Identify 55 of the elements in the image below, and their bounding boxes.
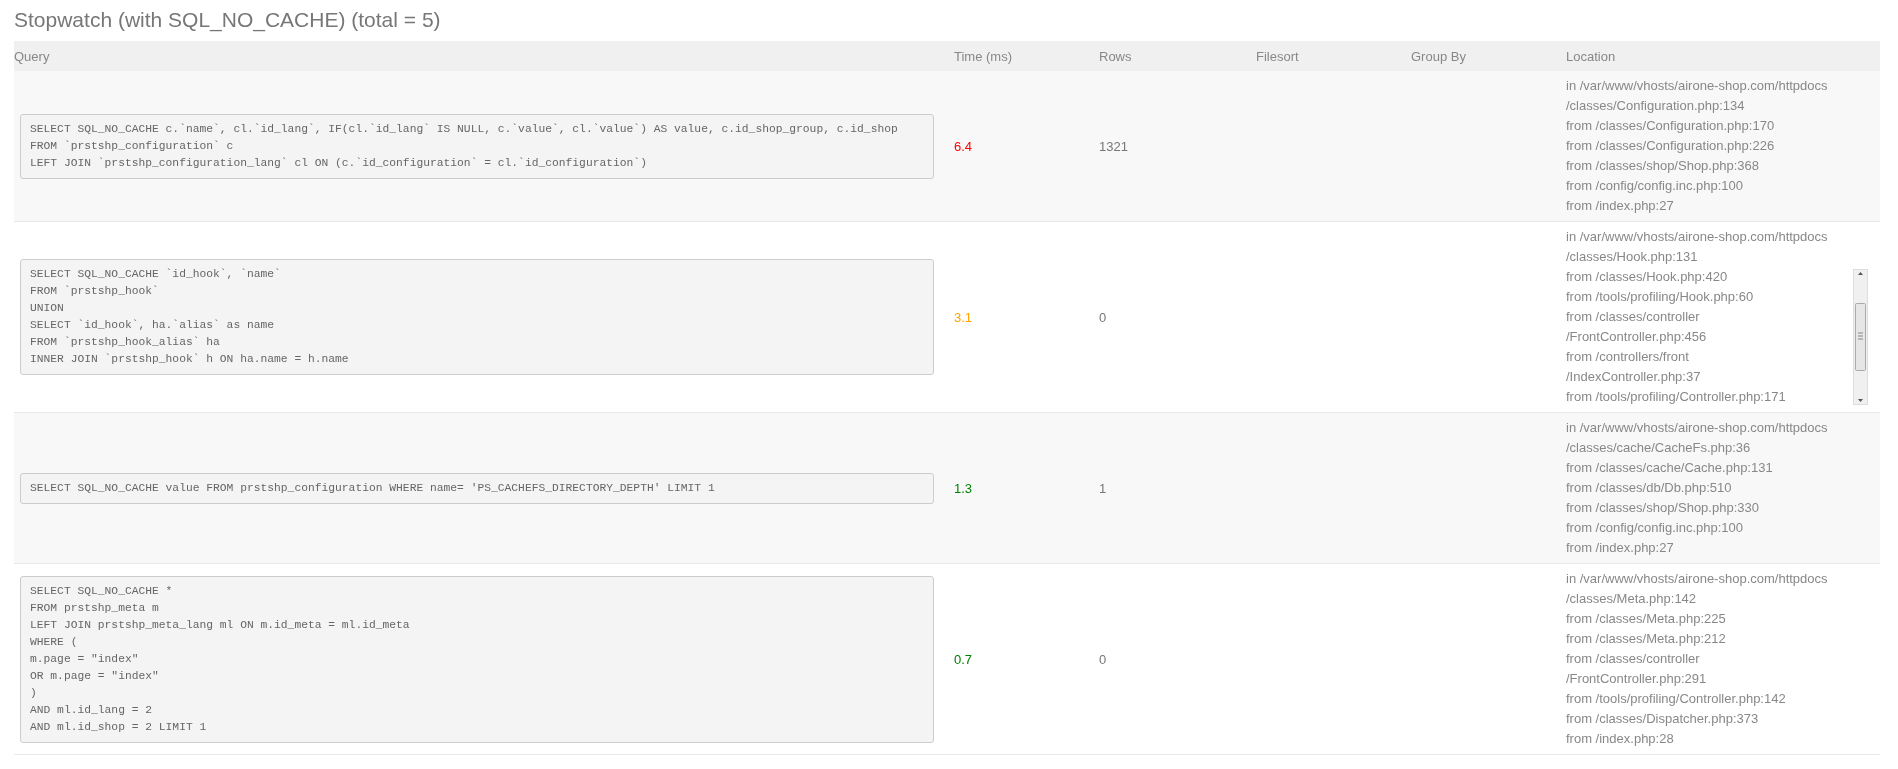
column-header: Query — [14, 48, 50, 64]
rows-value: 0 — [1099, 309, 1107, 325]
location-line: /classes/Configuration.php:134 — [1566, 97, 1746, 115]
sql-query-block: SELECT SQL_NO_CACHE `id_hook`, `name` FROM `prstshp_hook` UNION SELECT `id_hook`, ha.`alias` as name FROM `prstshp_hook_alias` ha INNER JOIN `prstshp_hook` h ON ha.name = h.name — [20, 259, 934, 375]
sql-query-block: SELECT SQL_NO_CACHE c.`name`, cl.`id_lang`, IF(cl.`id_lang` IS NULL, c.`value`, cl.`value`) AS value, c.id_shop_group, c.id_shop FROM `prstshp_configuration` c LEFT JOIN `prstshp_configuration_lang` cl ON (c.`id_configuration` = cl.`id_configuration`) — [20, 113, 934, 179]
location-line: from /classes/cache/Cache.php:131 — [1566, 459, 1774, 477]
location-line: from /classes/controller — [1566, 650, 1701, 668]
location-line: from /tools/profiling/Controller.php:142 — [1566, 690, 1787, 708]
location-line: from /index.php:27 — [1566, 197, 1675, 215]
location-line: from /classes/shop/Shop.php:368 — [1566, 157, 1760, 175]
location-line: /FrontController.php:456 — [1566, 328, 1708, 346]
column-header: Group By — [1410, 48, 1466, 64]
time-value: 3.1 — [954, 309, 973, 325]
location-line: from /index.php:28 — [1566, 730, 1675, 748]
location-line: from /classes/Meta.php:225 — [1566, 610, 1727, 628]
location-line: from /tools/profiling/Controller.php:171 — [1566, 388, 1787, 406]
location-line: /classes/Hook.php:131 — [1566, 248, 1699, 266]
location-line: /classes/Meta.php:142 — [1566, 590, 1698, 608]
location-line: in /var/www/vhosts/airone-shop.com/httpdocs — [1566, 228, 1829, 246]
column-header: Time (ms) — [953, 48, 1012, 64]
time-value: 1.3 — [954, 480, 973, 496]
location-line: from /classes/Meta.php:212 — [1566, 630, 1727, 648]
location-line: from /classes/shop/Shop.php:330 — [1566, 499, 1760, 517]
location-line: /IndexController.php:37 — [1566, 368, 1702, 386]
time-value: 0.7 — [954, 651, 973, 667]
scroll-down-icon[interactable] — [1856, 396, 1865, 404]
scrollbar[interactable] — [1853, 269, 1868, 405]
scrollbar-thumb[interactable] — [1855, 303, 1866, 371]
location-line: from /classes/Dispatcher.php:373 — [1566, 710, 1760, 728]
rows-value: 0 — [1099, 651, 1107, 667]
location-line: from /controllers/front — [1566, 348, 1690, 366]
sql-query-block: SELECT SQL_NO_CACHE * FROM prstshp_meta m LEFT JOIN prstshp_meta_lang ml ON m.id_meta = ml.id_meta WHERE ( m.page = "index" OR m.page = "index" ) AND ml.id_lang = 2 AND ml.id_shop = 2 LIMIT 1 — [20, 575, 934, 743]
location-line: from /classes/controller — [1566, 308, 1701, 326]
location-line: /classes/cache/CacheFs.php:36 — [1566, 439, 1752, 457]
location-line: in /var/www/vhosts/airone-shop.com/httpdocs — [1566, 570, 1829, 588]
location-line: in /var/www/vhosts/airone-shop.com/httpdocs — [1566, 419, 1829, 437]
column-header: Filesort — [1255, 48, 1299, 64]
page-title: Stopwatch (with SQL_NO_CACHE) (total = 5) — [14, 7, 442, 34]
location-line: from /classes/Configuration.php:226 — [1566, 137, 1776, 155]
location-line: from /config/config.inc.php:100 — [1566, 519, 1745, 537]
location-line: from /classes/db/Db.php:510 — [1566, 479, 1733, 497]
scroll-up-icon[interactable] — [1856, 270, 1865, 278]
column-header: Location — [1565, 48, 1616, 64]
location-line: /FrontController.php:291 — [1566, 670, 1708, 688]
rows-value: 1321 — [1099, 138, 1128, 154]
time-value: 6.4 — [954, 138, 973, 154]
column-header: Rows — [1098, 48, 1132, 64]
location-line: from /config/config.inc.php:100 — [1566, 177, 1745, 195]
location-line: in /var/www/vhosts/airone-shop.com/httpdocs — [1566, 77, 1829, 95]
rows-value: 1 — [1099, 480, 1107, 496]
location-line: from /classes/Hook.php:420 — [1566, 268, 1729, 286]
location-line: from /classes/Configuration.php:170 — [1566, 117, 1776, 135]
location-line: from /index.php:27 — [1566, 539, 1675, 557]
location-line: from /tools/profiling/Hook.php:60 — [1566, 288, 1755, 306]
sql-query-block: SELECT SQL_NO_CACHE value FROM prstshp_configuration WHERE name= 'PS_CACHEFS_DIRECTORY_DEPTH' LIMIT 1 — [20, 472, 934, 504]
